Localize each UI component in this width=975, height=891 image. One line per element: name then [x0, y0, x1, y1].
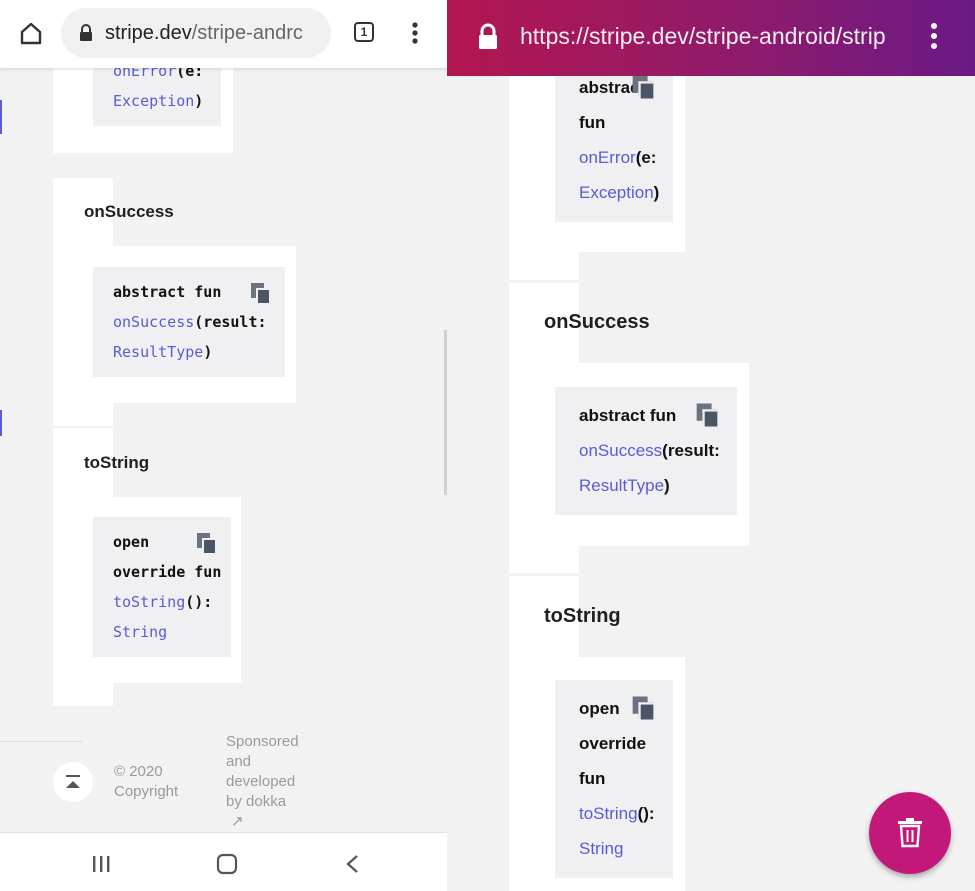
right-top-side — [509, 252, 579, 280]
android-nav-bar — [0, 832, 447, 891]
right-tostring-fn[interactable]: toString — [579, 804, 638, 823]
right-browser: abstrac fun onError(e: Exception) onSucc… — [447, 0, 975, 891]
lock-icon — [80, 24, 92, 41]
home-nav-icon[interactable] — [215, 852, 239, 876]
footer-sponsored[interactable]: Sponsored and developed by dokka ↗ — [226, 732, 299, 832]
left-tostring-heading: toString — [84, 453, 150, 472]
more-vert-icon[interactable] — [405, 20, 425, 46]
left-address-bar: stripe.dev/stripe-andrc 1 — [0, 0, 447, 68]
trash-icon — [898, 818, 922, 848]
right-top-type[interactable]: Exception — [579, 183, 654, 202]
right-tostring-code: open override fun toString(): String — [555, 680, 673, 878]
right-top-code: abstrac fun onError(e: Exception) — [555, 60, 673, 222]
copy-icon[interactable] — [197, 533, 215, 553]
footer-divider — [0, 741, 82, 742]
back-nav-icon[interactable] — [342, 853, 364, 875]
recent-apps-icon[interactable] — [90, 853, 112, 875]
left-tostring-fn[interactable]: toString — [113, 593, 185, 611]
right-onsuccess-type[interactable]: ResultType — [579, 476, 664, 495]
external-link-icon: ↗ — [231, 813, 244, 830]
left-onsuccess-heading: onSuccess — [84, 202, 174, 221]
right-tostring-type[interactable]: String — [579, 831, 673, 866]
right-header-bar: https://stripe.dev/stripe-android/strip — [447, 0, 975, 76]
right-onsuccess-heading: onSuccess — [544, 311, 650, 333]
delete-fab[interactable] — [869, 792, 951, 874]
scroll-top-button[interactable] — [53, 762, 93, 802]
footer-copyright: © 2020 Copyright — [114, 763, 179, 800]
copy-icon[interactable] — [632, 696, 654, 720]
edge-mark — [0, 410, 2, 436]
copy-icon[interactable] — [696, 403, 718, 427]
left-url-field[interactable]: stripe.dev/stripe-andrc — [61, 8, 331, 58]
tab-switcher-icon[interactable]: 1 — [354, 22, 374, 42]
right-onsuccess-fn[interactable]: onSuccess — [579, 441, 662, 460]
left-browser: onError(e: Exception) onSuccess abstract… — [0, 0, 447, 891]
left-onsuccess-fn[interactable]: onSuccess — [113, 313, 194, 331]
left-tostring-type[interactable]: String — [113, 617, 231, 647]
more-vert-icon[interactable] — [923, 22, 945, 50]
left-top-type[interactable]: Exception — [113, 92, 194, 110]
right-tostring-heading: toString — [544, 605, 621, 627]
scroll-top-icon — [66, 775, 80, 788]
right-top-fn[interactable]: onError — [579, 148, 636, 167]
left-onsuccess-type[interactable]: ResultType — [113, 343, 203, 361]
copy-icon[interactable] — [251, 283, 269, 303]
copy-icon[interactable] — [632, 75, 654, 99]
home-icon[interactable] — [18, 20, 44, 46]
right-url-text[interactable]: https://stripe.dev/stripe-android/strip — [520, 23, 888, 50]
lock-icon — [479, 23, 497, 49]
edge-mark — [0, 100, 2, 134]
